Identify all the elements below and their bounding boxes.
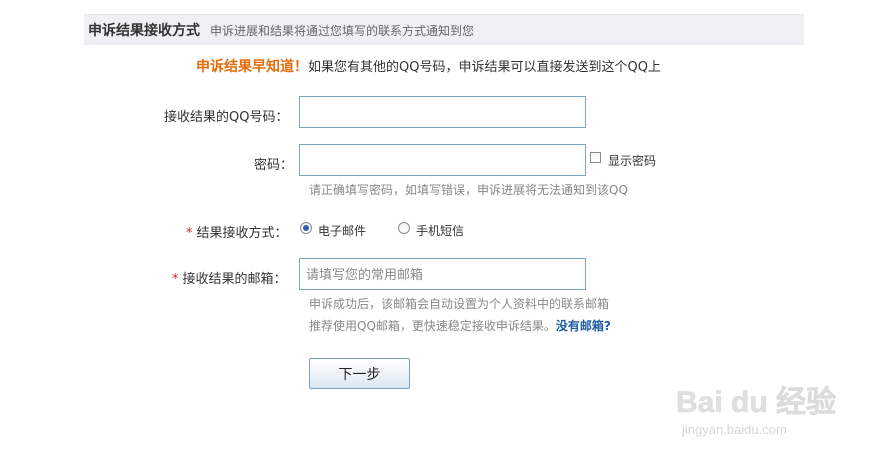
receive-method-label-text: 结果接收方式： xyxy=(196,226,288,241)
no-mailbox-link[interactable]: 没有邮箱? xyxy=(556,319,611,333)
email-hint-2: 推荐使用QQ邮箱，更快速稳定接收申诉结果。没有邮箱? xyxy=(309,317,611,334)
required-mark: * xyxy=(172,272,179,287)
baidu-jingyan-watermark: Bai du 经验 jingyan.baidu.com xyxy=(676,385,837,437)
radio-email[interactable] xyxy=(300,222,312,234)
notice-highlight: 申诉结果早知道！ xyxy=(196,59,308,75)
appeal-result-page: 申诉结果接收方式 申诉进展和结果将通过您填写的联系方式通知到您 申诉结果早知道！… xyxy=(0,0,878,456)
watermark-url: jingyan.baidu.com xyxy=(681,422,787,437)
required-mark: * xyxy=(186,226,193,241)
section-header: 申诉结果接收方式 申诉进展和结果将通过您填写的联系方式通知到您 xyxy=(84,14,804,45)
email-label-text: 接收结果的邮箱： xyxy=(182,272,287,287)
show-password-label[interactable]: 显示密码 xyxy=(608,152,656,169)
password-input[interactable] xyxy=(299,144,586,176)
password-label: 密码： xyxy=(254,158,294,173)
show-password-checkbox[interactable] xyxy=(590,152,601,163)
email-hint-1: 申诉成功后，该邮箱会自动设置为个人资料中的联系邮箱 xyxy=(309,297,610,311)
password-hint: 请正确填写密码，如填写错误，申诉进展将无法通知到该QQ xyxy=(309,183,628,197)
radio-sms[interactable] xyxy=(398,222,410,234)
qq-number-input[interactable] xyxy=(299,96,586,128)
radio-email-label[interactable]: 电子邮件 xyxy=(318,222,366,239)
qq-notice: 申诉结果早知道！如果您有其他的QQ号码，申诉结果可以直接发送到这个QQ上 xyxy=(196,56,661,76)
receive-method-label: * 结果接收方式： xyxy=(186,222,288,241)
email-hint-2-text: 推荐使用QQ邮箱，更快速稳定接收申诉结果。 xyxy=(309,319,556,333)
qq-number-label: 接收结果的QQ号码： xyxy=(164,110,289,125)
next-step-button[interactable]: 下一步 xyxy=(309,358,410,389)
email-input[interactable] xyxy=(299,258,586,290)
watermark-brand: Bai du 经验 xyxy=(676,385,836,419)
email-label: * 接收结果的邮箱： xyxy=(172,268,287,287)
radio-sms-label[interactable]: 手机短信 xyxy=(416,222,464,239)
section-title: 申诉结果接收方式 xyxy=(88,23,200,39)
notice-text: 如果您有其他的QQ号码，申诉结果可以直接发送到这个QQ上 xyxy=(308,60,661,75)
section-subtitle: 申诉进展和结果将通过您填写的联系方式通知到您 xyxy=(210,23,475,38)
